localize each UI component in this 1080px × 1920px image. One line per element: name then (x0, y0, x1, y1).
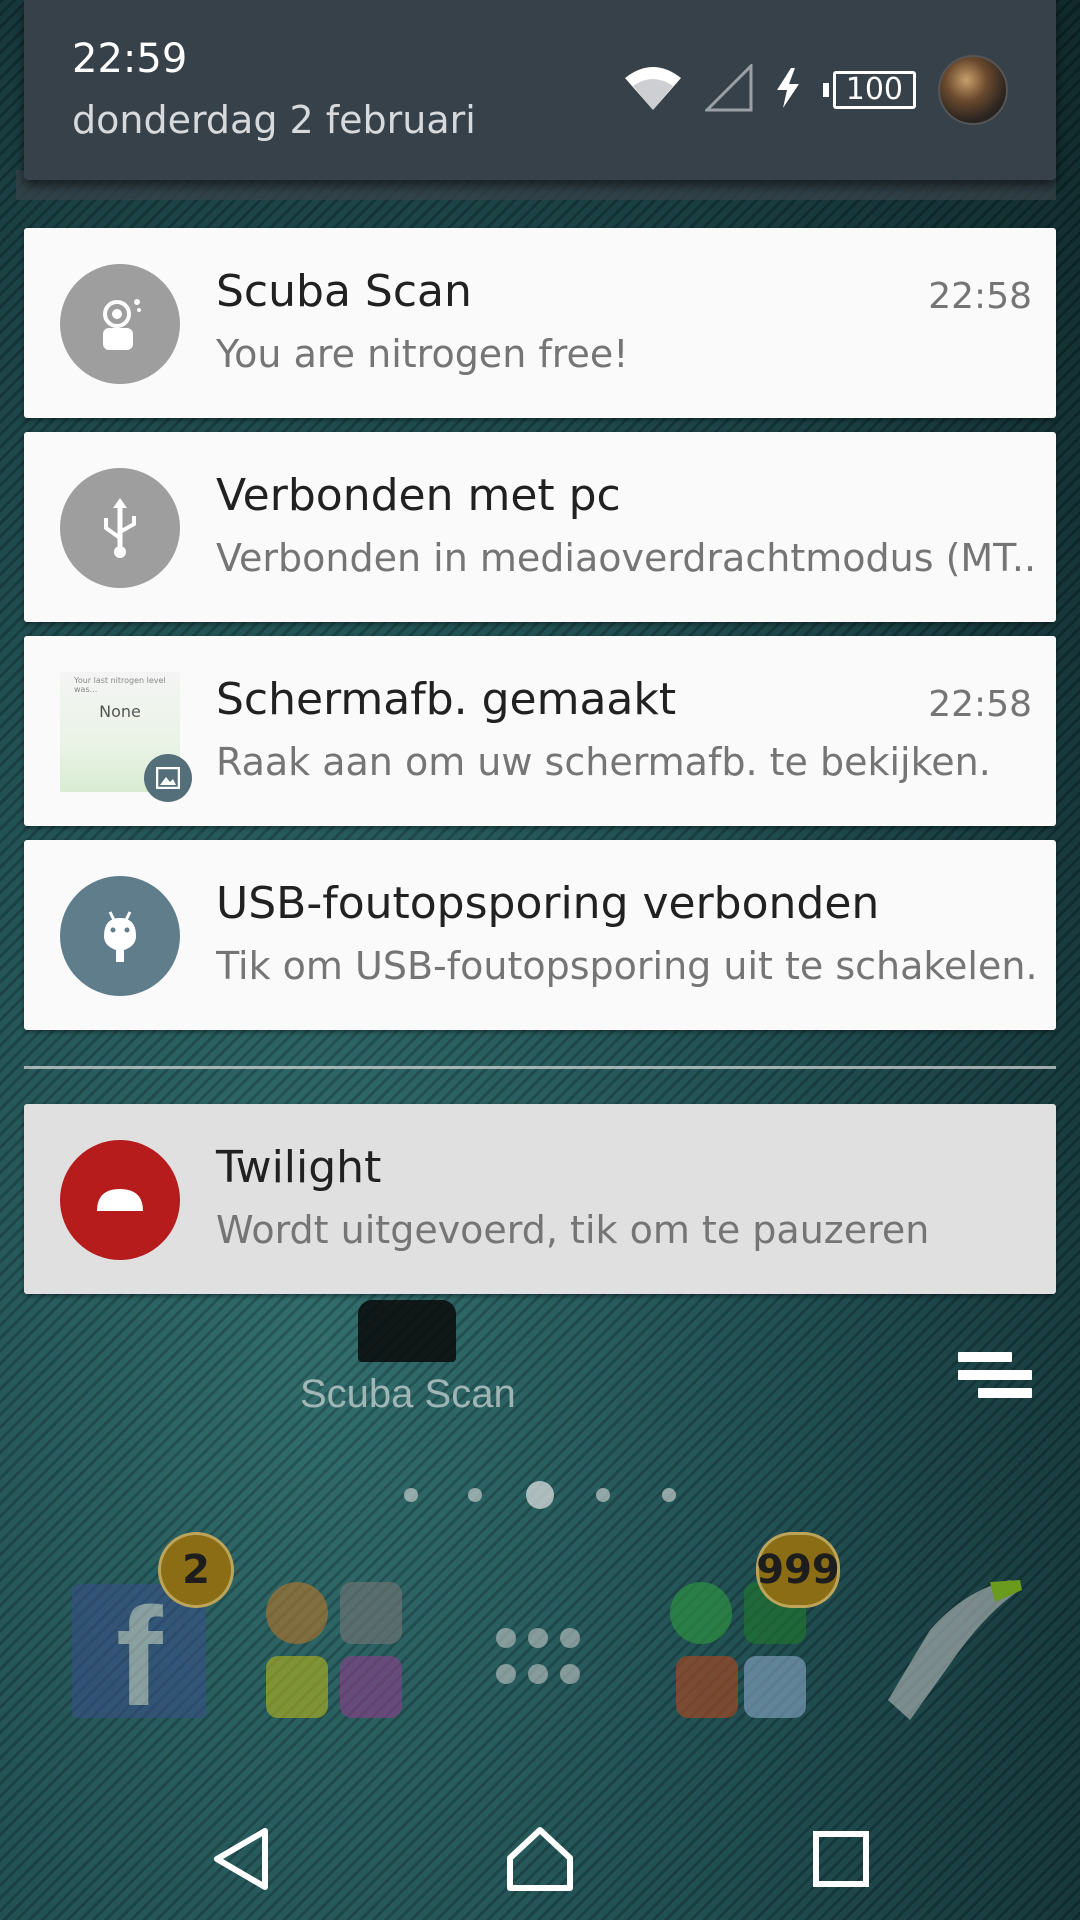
thumbnail-value: None (99, 702, 141, 721)
twilight-icon (60, 1140, 180, 1260)
android-icon (60, 876, 180, 996)
notification-text: Tik om USB-foutopsporing uit te schakele… (216, 944, 1036, 988)
charging-icon (775, 68, 801, 112)
notification-scuba-scan[interactable]: Scuba Scan You are nitrogen free! 22:58 (24, 228, 1056, 418)
image-icon (144, 754, 192, 802)
notification-text: You are nitrogen free! (216, 332, 629, 376)
notification-title: Schermafb. gemaakt (216, 674, 677, 725)
phone-app-icon[interactable] (870, 1570, 1030, 1730)
mail-icon (744, 1656, 806, 1718)
app-drawer-button[interactable] (496, 1620, 580, 1704)
recents-icon[interactable] (796, 1814, 886, 1904)
scuba-diver-icon (60, 264, 180, 384)
page-dot (404, 1488, 418, 1502)
usb-icon (60, 468, 180, 588)
notification-title: Verbonden met pc (216, 470, 621, 521)
battery-icon: 100 (822, 71, 916, 109)
date: donderdag 2 februari (72, 98, 476, 142)
notification-text: Raak aan om uw schermafb. te bekijken. (216, 740, 991, 784)
wifi-icon (623, 64, 683, 116)
whatsapp-icon (670, 1582, 732, 1644)
messaging-badge: 999 (756, 1532, 840, 1608)
instagram-icon (340, 1656, 402, 1718)
notification-title: USB-foutopsporing verbonden (216, 878, 880, 929)
divider (24, 1066, 1056, 1069)
page-indicator (0, 1480, 1080, 1510)
page-dot-active (526, 1481, 554, 1509)
battery-level: 100 (832, 71, 916, 109)
thumbnail-caption: Your last nitrogen level was... (74, 676, 166, 694)
scuba-scan-app-label: Scuba Scan (300, 1372, 516, 1416)
scuba-scan-app-icon[interactable] (358, 1300, 456, 1362)
clock: 22:59 (72, 36, 188, 82)
snapchat-icon (266, 1656, 328, 1718)
s-app-icon (676, 1656, 738, 1718)
notification-twilight[interactable]: Twilight Wordt uitgevoerd, tik om te pau… (24, 1104, 1056, 1294)
media-folder[interactable] (266, 1582, 402, 1718)
system-icons: 100 (623, 55, 1008, 125)
gallery-icon (266, 1582, 328, 1644)
notification-time: 22:58 (928, 684, 1032, 725)
notification-text: Wordt uitgevoerd, tik om te pauzeren (216, 1208, 930, 1252)
notification-screenshot[interactable]: Your last nitrogen level was... None Sch… (24, 636, 1056, 826)
page-dot (662, 1488, 676, 1502)
user-avatar[interactable] (938, 55, 1008, 125)
notification-usb-connected[interactable]: Verbonden met pc Verbonden in mediaoverd… (24, 432, 1056, 622)
menu-icon[interactable] (958, 1352, 1032, 1408)
page-dot (468, 1488, 482, 1502)
facebook-badge: 2 (158, 1532, 234, 1608)
home-icon[interactable] (495, 1814, 585, 1904)
notification-title: Scuba Scan (216, 266, 472, 317)
signal-icon (703, 62, 753, 116)
notification-title: Twilight (216, 1142, 382, 1193)
notification-text: Verbonden in mediaoverdrachtmodus (MT.. (216, 536, 1036, 580)
notification-time: 22:58 (928, 276, 1032, 317)
back-icon[interactable] (196, 1814, 286, 1904)
notification-usb-debugging[interactable]: USB-foutopsporing verbonden Tik om USB-f… (24, 840, 1056, 1030)
navigation-bar (0, 1780, 1080, 1920)
page-dot (596, 1488, 610, 1502)
camera-icon (340, 1582, 402, 1644)
status-header[interactable]: 22:59 donderdag 2 februari 100 (24, 0, 1056, 180)
